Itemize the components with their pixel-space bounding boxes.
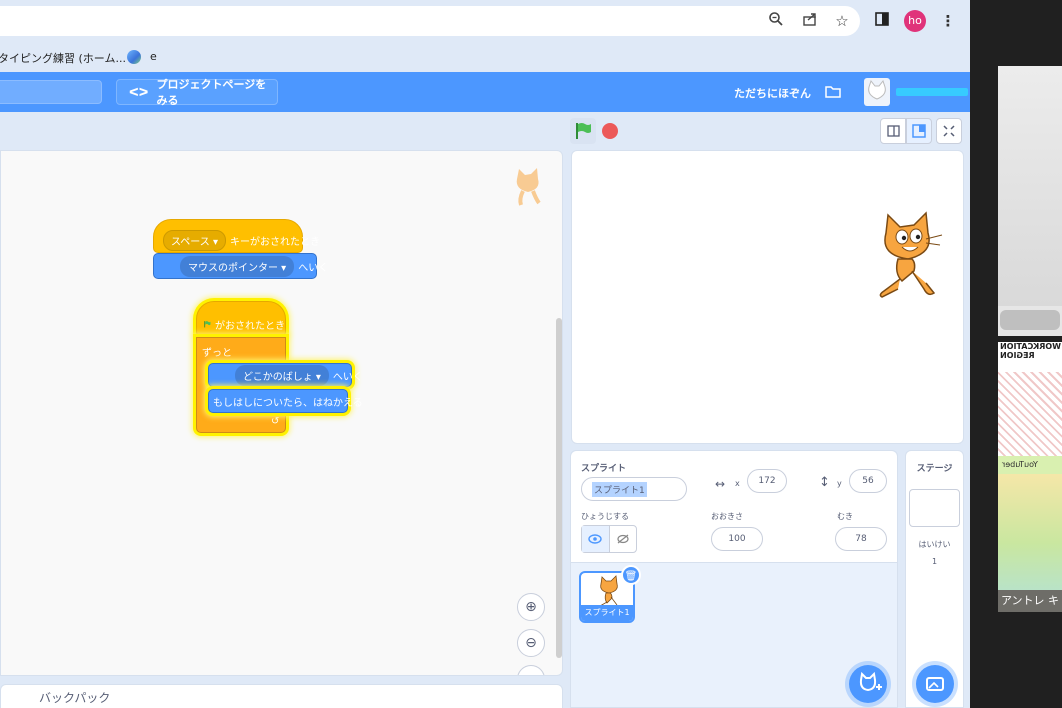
address-bar[interactable] xyxy=(0,6,860,36)
loop-arrow-icon: ↺ xyxy=(271,416,280,427)
scratch-menubar: ᐸᐳ プロジェクトページをみる ただちにほぞん xyxy=(0,72,970,112)
normal-stage-button[interactable] xyxy=(906,118,932,144)
video-frame xyxy=(998,66,1062,306)
go-to-random-suffix: へいく xyxy=(332,371,363,383)
go-to-block[interactable]: マウスのポインター ▾ へいく xyxy=(153,253,328,279)
side-panel-icon[interactable] xyxy=(872,11,892,31)
workspace-scrollbar[interactable] xyxy=(556,318,562,658)
bookmarks-bar: タイピング練習 (ホーム... e xyxy=(0,42,970,72)
green-flag-button[interactable] xyxy=(570,118,596,144)
video-name-label-redacted xyxy=(1000,310,1060,330)
y-input[interactable]: 56 xyxy=(849,469,887,493)
choose-sprite-button[interactable] xyxy=(849,665,887,703)
green-flag-icon xyxy=(204,321,211,328)
direction-label: むき xyxy=(837,512,853,521)
small-stage-button[interactable] xyxy=(880,118,906,144)
sprite-preview-cat-icon xyxy=(516,168,541,206)
go-to-suffix-label: へいく xyxy=(298,262,329,274)
globe-icon xyxy=(127,50,141,64)
delete-sprite-trash-icon[interactable]: 🗑 xyxy=(621,565,641,585)
stop-button[interactable] xyxy=(602,123,618,139)
browser-toolbar: ☆ ho ⋮ xyxy=(0,0,970,42)
sprite-pane: スプライト スプライト1 ↔ x 172 ↕ y 56 ひょうじする おおきさ … xyxy=(570,450,898,708)
share-icon[interactable] xyxy=(800,11,820,31)
user-name-redacted xyxy=(896,88,968,96)
choose-backdrop-button[interactable] xyxy=(916,665,954,703)
sprite-thumbnail-name: スプライト1 xyxy=(581,605,633,621)
key-dropdown[interactable]: スペース ▾ xyxy=(163,229,227,251)
browser-window: ☆ ho ⋮ タイピング練習 (ホーム... e ᐸᐳ プロジェクトページをみる… xyxy=(0,0,970,708)
backdrops-count: 1 xyxy=(931,557,938,566)
banner-text: WORKCATION REGION xyxy=(998,342,1062,372)
size-label: おおきさ xyxy=(711,512,743,521)
x-input[interactable]: 172 xyxy=(747,469,787,493)
x-arrows-icon: ↔ xyxy=(715,477,726,491)
eye-icon xyxy=(588,534,603,544)
go-to-target-dropdown[interactable]: マウスのポインター ▾ xyxy=(180,255,295,277)
video-call-panel: WORKCATION REGION YouTuber アントレ キ xyxy=(970,0,1062,708)
backdrop-add-icon xyxy=(926,677,944,691)
project-title-input[interactable] xyxy=(0,80,102,104)
see-project-page-button[interactable]: ᐸᐳ プロジェクトページをみる xyxy=(116,78,278,107)
zoom-in-icon[interactable]: ⊕ xyxy=(517,593,545,621)
backpack-panel[interactable]: バックパック xyxy=(0,684,563,708)
save-now-button[interactable]: ただちにほぞん xyxy=(734,85,811,101)
stage-selector-pane[interactable]: ステージ はいけい 1 xyxy=(905,450,964,708)
go-to-random-block[interactable]: どこかのばしょ ▾ へいく xyxy=(208,363,363,387)
bounce-label: もしはしについたら、はねかえる xyxy=(213,397,363,409)
sprite-name-input[interactable]: スプライト1 xyxy=(581,477,687,501)
show-eye-button[interactable] xyxy=(582,526,609,552)
sprite-info-panel: スプライト スプライト1 ↔ x 172 ↕ y 56 ひょうじする おおきさ … xyxy=(571,451,897,563)
profile-avatar[interactable]: ho xyxy=(904,10,926,32)
stage-header xyxy=(570,114,964,148)
stage-canvas[interactable] xyxy=(571,150,964,444)
y-arrows-icon: ↕ xyxy=(819,475,830,490)
project-page-icon: ᐸᐳ xyxy=(129,85,149,99)
code-workspace[interactable]: スペース ▾ キーがおされたとき マウスのポインター ▾ へいく がおされたとき… xyxy=(0,150,563,676)
hide-eye-button[interactable] xyxy=(608,526,636,552)
sprite-label: スプライト xyxy=(581,464,627,474)
when-key-pressed-block[interactable]: スペース ▾ キーがおされたとき xyxy=(153,219,320,253)
illustration-people xyxy=(998,474,1062,590)
y-label: y xyxy=(837,479,842,488)
my-stuff-folder-icon[interactable] xyxy=(824,83,842,101)
bookmark-typing[interactable]: タイピング練習 (ホーム... xyxy=(0,50,126,66)
cat-add-icon xyxy=(859,671,882,692)
x-label: x xyxy=(735,479,740,488)
stage-thumbnail[interactable] xyxy=(909,489,960,527)
see-project-page-label: プロジェクトページをみる xyxy=(156,78,267,107)
scratch-cat-sprite[interactable] xyxy=(868,209,948,305)
bookmark-star-icon[interactable]: ☆ xyxy=(832,11,852,31)
go-to-random-dropdown[interactable]: どこかのばしょ ▾ xyxy=(235,364,329,386)
stage-pane-title: ステージ xyxy=(916,464,953,474)
bookmark-e[interactable]: e xyxy=(150,50,157,63)
when-flag-clicked-block[interactable]: がおされたとき xyxy=(196,301,286,337)
zoom-out-icon[interactable]: ⊖ xyxy=(517,629,545,657)
bounce-block[interactable]: もしはしについたら、はねかえる xyxy=(208,389,363,413)
cat-thumbnail-icon xyxy=(599,575,618,607)
eye-slash-icon xyxy=(617,534,629,544)
size-input[interactable]: 100 xyxy=(711,527,763,551)
illustration-city xyxy=(998,372,1062,456)
kebab-menu-icon[interactable]: ⋮ xyxy=(938,11,958,31)
show-toggle xyxy=(581,525,637,553)
show-label: ひょうじする xyxy=(581,512,629,521)
zoom-reset-icon[interactable]: = xyxy=(517,665,545,675)
participant-caption: アントレ キ xyxy=(998,590,1062,612)
when-key-pressed-label: キーがおされたとき xyxy=(230,236,321,248)
backdrops-label: はいけい xyxy=(918,540,951,549)
fullscreen-button[interactable] xyxy=(936,118,962,144)
direction-input[interactable]: 78 xyxy=(835,527,887,551)
zoom-icon[interactable] xyxy=(766,11,786,31)
participant-video-2: WORKCATION REGION YouTuber アントレ キ xyxy=(998,342,1062,612)
forever-label: ずっと xyxy=(202,348,232,359)
user-avatar[interactable] xyxy=(864,78,890,106)
youtuber-text: YouTuber xyxy=(998,456,1062,474)
participant-video-1 xyxy=(998,66,1062,336)
when-flag-clicked-label: がおされたとき xyxy=(215,320,285,332)
